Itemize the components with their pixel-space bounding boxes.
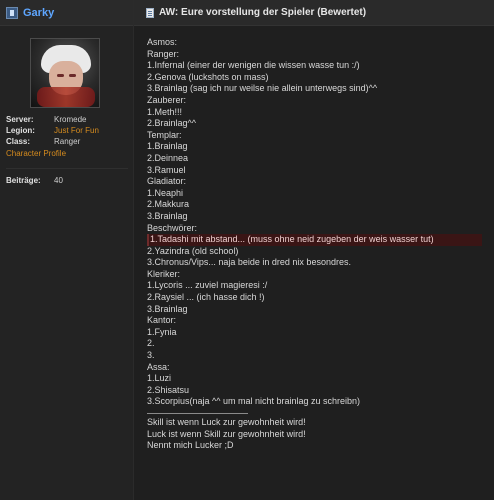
posts-value: 40 [54,176,63,185]
post-line: 1.Infernal (einer der wenigen die wissen… [147,60,360,71]
avatar[interactable] [30,38,100,108]
class-row: Class: Ranger [6,136,128,147]
info-divider [6,168,128,169]
document-icon [146,7,154,18]
post-line: 2.Brainlag^^ [147,118,196,129]
user-sidebar: Garky Server: Kromede Legion: Just For F… [0,0,134,500]
post-title: AW: Eure vorstellung der Spieler (Bewert… [159,7,367,18]
post-line: 3.Chronus/Vips... naja beide in dred nix… [147,257,351,268]
post-line: 1.Fynia [147,326,177,337]
post-line: 1.Brainlag [147,141,188,152]
signature-line: Luck ist wenn Skill zur gewohnheit wird! [147,428,306,439]
legion-label: Legion: [6,126,35,135]
post-line: 3. [147,350,155,361]
user-status-icon [6,6,18,19]
post-line: 3.Ramuel [147,164,186,175]
post-line: 2. [147,338,155,349]
post-line: 3.Brainlag [147,210,188,221]
post-line: 3.Brainlag [147,303,188,314]
username-bar: Garky [0,0,133,26]
post-content: Asmos: Ranger: 1.Infernal (einer der wen… [134,26,494,452]
server-label: Server: [6,115,34,124]
server-value: Kromede [54,115,87,124]
post-line: 3.Scorpius(naja ^^ um mal nicht brainlag… [147,396,361,407]
posts-label: Beiträge: [6,176,41,185]
post-line: 2.Raysiel ... (ich hasse dich !) [147,292,265,303]
signature-line: Nennt mich Lucker ;D [147,440,234,451]
post-line: Asmos: [147,37,178,47]
user-info: Server: Kromede Legion: Just For Fun Cla… [6,114,128,186]
post-line: 3.Brainlag (sag ich nur weilse nie allei… [147,83,378,94]
post-line: Ranger: [147,48,180,59]
avatar-image [31,39,99,107]
post-line: Gladiator: [147,176,187,187]
avatar-eye-right [69,74,76,77]
class-label: Class: [6,137,31,146]
post-line: Beschwörer: [147,222,198,233]
post-line-highlighted: 1.Tadashi mit abstand... (muss ohne neid… [147,234,482,246]
post-line: 2.Makkura [147,199,190,210]
character-profile-link[interactable]: Character Profile [6,148,128,159]
server-row: Server: Kromede [6,114,128,125]
post-line: 2.Shisatsu [147,384,190,395]
post-title-bar: AW: Eure vorstellung der Spieler (Bewert… [134,0,494,26]
post-line: Assa: [147,361,170,372]
avatar-eye-left [57,74,64,77]
class-value: Ranger [54,137,81,146]
avatar-accent [37,87,95,107]
post-line: 1.Neaphi [147,187,184,198]
legion-row: Legion: Just For Fun [6,125,128,136]
posts-row: Beiträge: 40 [6,175,128,186]
signature-separator [147,413,248,414]
post-line: 2.Deinnea [147,152,189,163]
post-line: 2.Yazindra (old school) [147,245,239,256]
post-line: Kantor: [147,315,177,326]
legion-value[interactable]: Just For Fun [54,125,99,136]
post-line: Zauberer: [147,94,187,105]
post-area: AW: Eure vorstellung der Spieler (Bewert… [134,0,494,500]
post-line: 2.Genova (luckshots on mass) [147,71,269,82]
post-line: Kleriker: [147,268,181,279]
post-line: 1.Meth!!! [147,106,183,117]
username-link[interactable]: Garky [23,7,54,19]
post-line: Templar: [147,129,182,140]
post-line: 1.Luzi [147,373,172,384]
signature-line: Skill ist wenn Luck zur gewohnheit wird! [147,417,306,427]
post-line: 1.Lycoris ... zuviel magieresi :/ [147,280,268,291]
